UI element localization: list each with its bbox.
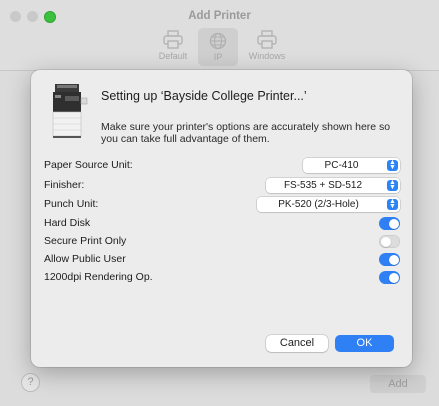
option-row-finisher: Finisher: FS-535 + SD-512 ▲ ▼ bbox=[44, 178, 400, 194]
option-label: Paper Source Unit: bbox=[44, 159, 133, 171]
toolbar-item-label: Windows bbox=[248, 51, 286, 61]
default-printer-icon bbox=[162, 30, 184, 50]
select-value: PK-520 (2/3-Hole) bbox=[278, 199, 359, 210]
option-label: Finisher: bbox=[44, 179, 85, 191]
title-bar: Add Printer Default IP Windows bbox=[0, 0, 439, 71]
chevron-up-down-icon: ▲ ▼ bbox=[387, 198, 398, 210]
ok-button[interactable]: OK bbox=[335, 335, 394, 352]
toolbar-item-default[interactable]: Default bbox=[153, 30, 193, 61]
toolbar-item-ip[interactable]: IP bbox=[198, 28, 238, 66]
option-label: Hard Disk bbox=[44, 217, 91, 229]
1200dpi-rendering-toggle[interactable] bbox=[379, 271, 400, 284]
chevron-up-down-icon: ▲ ▼ bbox=[387, 159, 398, 171]
window-title: Add Printer bbox=[188, 10, 251, 22]
punch-unit-select[interactable]: PK-520 (2/3-Hole) ▲ ▼ bbox=[257, 197, 400, 212]
finisher-select[interactable]: FS-535 + SD-512 ▲ ▼ bbox=[266, 178, 400, 193]
option-row-allow-public-user: Allow Public User bbox=[44, 252, 400, 268]
toolbar-item-label: IP bbox=[213, 52, 223, 62]
option-label: Allow Public User bbox=[44, 253, 126, 265]
option-label: Secure Print Only bbox=[44, 235, 127, 247]
sheet-title: Setting up ‘Bayside College Printer...’ bbox=[101, 89, 307, 103]
option-label: 1200dpi Rendering Op. bbox=[44, 271, 153, 283]
select-value: FS-535 + SD-512 bbox=[283, 180, 363, 191]
toggle-knob bbox=[388, 218, 399, 229]
windows-printer-icon bbox=[256, 30, 278, 50]
cancel-button[interactable]: Cancel bbox=[266, 335, 328, 352]
toolbar-item-windows[interactable]: Windows bbox=[247, 30, 287, 61]
paper-source-unit-select[interactable]: PC-410 ▲ ▼ bbox=[303, 158, 400, 173]
allow-public-user-toggle[interactable] bbox=[379, 253, 400, 266]
printer-setup-sheet: Setting up ‘Bayside College Printer...’ … bbox=[31, 70, 412, 367]
chevron-up-down-icon: ▲ ▼ bbox=[387, 179, 398, 191]
toolbar-item-label: Default bbox=[158, 51, 188, 61]
option-row-paper-source-unit: Paper Source Unit: PC-410 ▲ ▼ bbox=[44, 158, 400, 174]
toolbar: Default IP Windows bbox=[0, 28, 439, 66]
toggle-knob bbox=[388, 272, 399, 283]
hard-disk-toggle[interactable] bbox=[379, 217, 400, 230]
toggle-knob bbox=[388, 254, 399, 265]
option-row-secure-print-only: Secure Print Only bbox=[44, 234, 400, 250]
globe-icon bbox=[207, 31, 229, 51]
sheet-description: Make sure your printer's options are acc… bbox=[101, 121, 391, 145]
toggle-knob bbox=[380, 236, 391, 247]
help-button[interactable]: ? bbox=[21, 373, 40, 392]
option-row-punch-unit: Punch Unit: PK-520 (2/3-Hole) ▲ ▼ bbox=[44, 197, 400, 213]
option-row-1200dpi-rendering: 1200dpi Rendering Op. bbox=[44, 270, 400, 286]
printer-icon bbox=[47, 82, 89, 138]
select-value: PC-410 bbox=[324, 160, 359, 171]
option-label: Punch Unit: bbox=[44, 198, 99, 210]
add-button[interactable]: Add bbox=[370, 375, 426, 393]
secure-print-only-toggle[interactable] bbox=[379, 235, 400, 248]
option-row-hard-disk: Hard Disk bbox=[44, 216, 400, 232]
